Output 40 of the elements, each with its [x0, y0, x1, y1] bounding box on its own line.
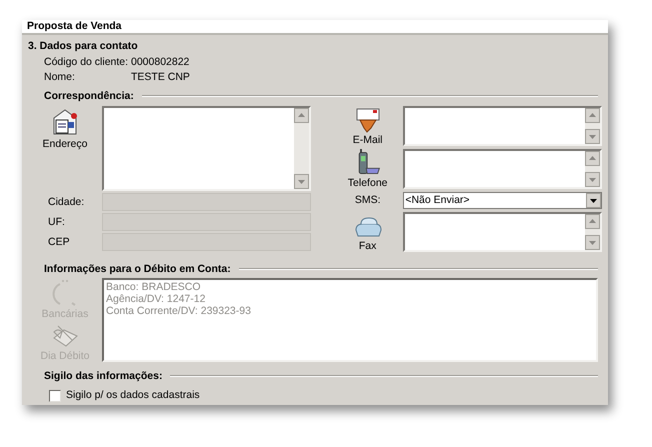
scroll-down-icon[interactable] — [585, 129, 600, 144]
field-label: Cidade: — [47, 196, 86, 208]
scroll-up-icon[interactable] — [585, 108, 600, 123]
phone-button[interactable]: Telefone — [332, 149, 404, 189]
field-label: CEP — [47, 236, 71, 248]
section-heading: Sigilo das informações: — [44, 370, 162, 382]
info-line: Banco: BRADESCO — [106, 281, 202, 293]
address-textarea[interactable] — [102, 106, 311, 191]
info-line: Conta Corrente/DV: 239323-93 — [106, 305, 252, 317]
phone-textarea[interactable] — [403, 149, 602, 189]
fax-button[interactable]: Fax — [332, 212, 404, 252]
email-textarea[interactable] — [403, 106, 602, 146]
section-heading: Correspondência: — [44, 90, 134, 102]
scroll-down-icon[interactable] — [585, 235, 600, 250]
section-title: 3. Dados para contato — [28, 40, 139, 54]
scrollbar[interactable] — [585, 108, 600, 144]
field-value: 0000802822 — [131, 56, 190, 69]
field-value: TESTE CNP — [131, 71, 190, 84]
scroll-up-icon[interactable] — [585, 151, 600, 166]
scrollbar[interactable] — [585, 214, 600, 250]
email-button[interactable]: E-Mail — [332, 106, 404, 146]
scroll-up-icon[interactable] — [294, 108, 309, 123]
scrollbar[interactable] — [294, 108, 309, 189]
field-label: SMS: — [354, 194, 382, 207]
dropdown-arrow-icon[interactable] — [590, 198, 597, 202]
scrollbar[interactable] — [585, 151, 600, 187]
window-title: Proposta de Venda — [27, 20, 122, 33]
scroll-up-icon[interactable] — [585, 214, 600, 229]
scroll-down-icon[interactable] — [585, 172, 600, 187]
sms-dropdown[interactable]: <Não Enviar> — [403, 192, 602, 209]
checkbox[interactable] — [49, 390, 61, 402]
info-line: Agência/DV: 1247-12 — [106, 293, 206, 305]
field-label: Código do cliente: — [44, 56, 130, 69]
section-heading: Informações para o Débito em Conta: — [44, 262, 231, 276]
checkbox-label: Sigilo p/ os dados cadastrais — [66, 389, 200, 402]
field-label: UF: — [47, 216, 66, 228]
address-button[interactable]: Endereço — [28, 106, 102, 156]
scroll-down-icon[interactable] — [294, 174, 309, 189]
field-label: Nome: — [44, 71, 76, 84]
fax-textarea[interactable] — [403, 212, 602, 252]
